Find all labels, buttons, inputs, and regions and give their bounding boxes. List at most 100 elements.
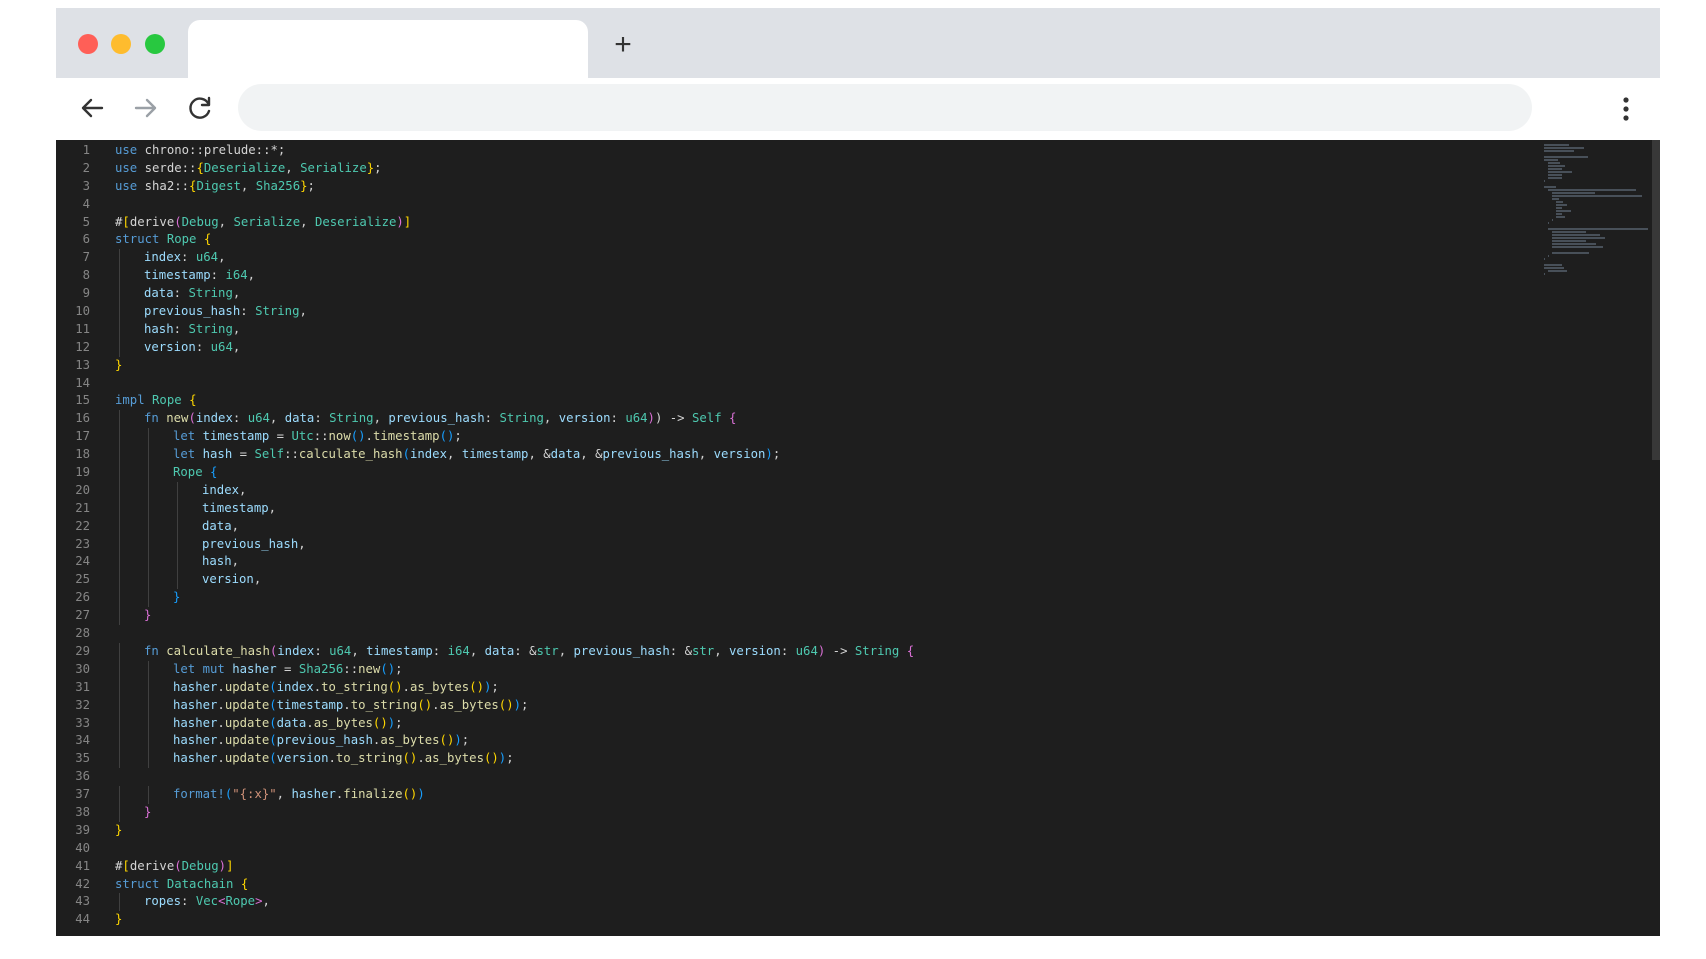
indent-guide — [119, 786, 120, 804]
code-line[interactable]: 4 — [56, 196, 1536, 214]
code-text: use chrono::prelude::*; — [115, 142, 285, 160]
code-line[interactable]: 42 struct Datachain { — [56, 876, 1536, 894]
code-line[interactable]: 10 previous_hash: String, — [56, 303, 1536, 321]
forward-button[interactable] — [130, 92, 162, 124]
code-line[interactable]: 7 index: u64, — [56, 249, 1536, 268]
code-text: hasher.update(previous_hash.as_bytes()); — [173, 732, 469, 750]
code-text: let mut hasher = Sha256::new(); — [173, 661, 403, 679]
code-token: use — [115, 178, 145, 193]
code-line[interactable]: 30 let mut hasher = Sha256::new(); — [56, 660, 1536, 679]
code-line[interactable]: 33 hasher.update(data.as_bytes()); — [56, 714, 1536, 733]
code-token: to_string — [350, 697, 418, 712]
code-line[interactable]: 21 timestamp, — [56, 499, 1536, 518]
code-line[interactable]: 12 version: u64, — [56, 338, 1536, 357]
code-line[interactable]: 22 data, — [56, 517, 1536, 536]
code-token: . — [417, 751, 425, 766]
code-line[interactable]: 41 #[derive(Debug)] — [56, 858, 1536, 876]
code-line[interactable]: 44} — [56, 911, 1536, 929]
code-text: hasher.update(version.to_string().as_byt… — [173, 750, 514, 768]
code-line[interactable]: 2 use serde::{Deserialize, Serialize}; — [56, 160, 1536, 178]
code-token: index — [195, 411, 233, 426]
code-token: data — [276, 715, 307, 730]
code-token: Sha256 — [255, 178, 301, 193]
minimap-line — [1556, 216, 1565, 218]
code-editor[interactable]: 1 use chrono::prelude::*; 2 use serde::{Des… — [56, 140, 1660, 936]
code-token: . — [306, 715, 314, 730]
code-line[interactable]: 17 let timestamp = Utc::now().timestamp()… — [56, 428, 1536, 447]
code-line[interactable]: 14 — [56, 375, 1536, 393]
code-line[interactable]: 31 hasher.update(index.to_string().as_byt… — [56, 678, 1536, 697]
minimap-line — [1552, 231, 1587, 233]
code-line[interactable]: 43 ropes: Vec<Rope>, — [56, 893, 1536, 912]
minimap-line — [1548, 255, 1550, 257]
minimap-line — [1556, 201, 1563, 203]
code-line[interactable]: 29 fn calculate_hash(index: u64, timestam… — [56, 642, 1536, 661]
close-window-button[interactable] — [78, 34, 98, 54]
address-bar[interactable] — [238, 84, 1532, 131]
indent-guide — [177, 535, 178, 554]
active-tab[interactable] — [188, 20, 588, 78]
maximize-window-button[interactable] — [145, 34, 165, 54]
code-line[interactable]: 5 #[derive(Debug, Serialize, Deserialize)… — [56, 214, 1536, 232]
code-line[interactable]: 11 hash: String, — [56, 320, 1536, 339]
code-line[interactable]: 37 format!("{:x}", hasher.finalize()) — [56, 786, 1536, 804]
code-token: to_string — [335, 751, 403, 766]
code-line[interactable]: 28 — [56, 625, 1536, 643]
code-text: let hash = Self::calculate_hash(index, t… — [173, 446, 780, 464]
code-line[interactable]: 40 — [56, 840, 1536, 858]
code-line[interactable]: 32 hasher.update(timestamp.to_string().as… — [56, 696, 1536, 715]
code-line[interactable]: 13} — [56, 357, 1536, 375]
back-button[interactable] — [76, 92, 108, 124]
code-line[interactable]: 39} — [56, 822, 1536, 840]
code-line[interactable]: 9 data: String, — [56, 285, 1536, 304]
code-line[interactable]: 25 version, — [56, 571, 1536, 590]
code-line[interactable]: 27} — [56, 607, 1536, 626]
code-token: , & — [580, 447, 603, 462]
indent-guide — [148, 535, 149, 554]
code-token: String — [188, 286, 233, 301]
code-line[interactable]: 26} — [56, 589, 1536, 608]
minimap-line — [1552, 243, 1596, 245]
code-token: . — [432, 697, 440, 712]
indent-guide — [148, 714, 149, 733]
code-token: impl — [115, 393, 153, 408]
code-line[interactable]: 3 use sha2::{Digest, Sha256}; — [56, 178, 1536, 196]
code-token: version — [558, 411, 611, 426]
indent-guide — [177, 499, 178, 518]
line-number: 35 — [75, 751, 90, 766]
code-line[interactable]: 19 Rope { — [56, 464, 1536, 482]
reload-button[interactable] — [184, 92, 216, 124]
code-line[interactable]: 38} — [56, 803, 1536, 822]
code-token: hash — [202, 447, 233, 462]
new-tab-button[interactable]: + — [608, 30, 638, 60]
code-line[interactable]: 36 — [56, 768, 1536, 786]
code-token: , — [447, 447, 462, 462]
code-token: : — [195, 339, 211, 354]
code-line[interactable]: 24 hash, — [56, 553, 1536, 572]
browser-menu-button[interactable] — [1616, 94, 1636, 124]
code-token: = — [276, 661, 299, 676]
code-token: } — [115, 357, 123, 372]
minimap-line — [1556, 213, 1562, 215]
code-line[interactable]: 1 use chrono::prelude::*; — [56, 142, 1536, 160]
line-number: 21 — [75, 500, 90, 515]
code-line[interactable]: 20 index, — [56, 481, 1536, 500]
code-line[interactable]: 8 timestamp: i64, — [56, 267, 1536, 286]
line-number: 8 — [82, 268, 90, 283]
code-line[interactable]: 35 hasher.update(version.to_string().as_b… — [56, 750, 1536, 769]
code-area[interactable]: 1 use chrono::prelude::*; 2 use serde::{Des… — [56, 142, 1536, 929]
minimap[interactable] — [1540, 140, 1650, 936]
code-line[interactable]: 15 impl Rope { — [56, 392, 1536, 410]
code-line[interactable]: 18 let hash = Self::calculate_hash(index,… — [56, 446, 1536, 465]
code-token: timestamp — [276, 697, 344, 712]
code-line[interactable]: 34 hasher.update(previous_hash.as_bytes()… — [56, 732, 1536, 751]
vertical-scrollbar[interactable] — [1652, 140, 1660, 460]
code-token: Vec — [195, 894, 219, 909]
minimize-window-button[interactable] — [111, 34, 131, 54]
plus-icon: + — [614, 28, 632, 61]
code-token: timestamp — [202, 429, 270, 444]
code-line[interactable]: 6 struct Rope { — [56, 231, 1536, 249]
code-line[interactable]: 23 previous_hash, — [56, 535, 1536, 554]
code-line[interactable]: 16 fn new(index: u64, data: String, previ… — [56, 410, 1536, 429]
indent-guide — [119, 660, 120, 679]
